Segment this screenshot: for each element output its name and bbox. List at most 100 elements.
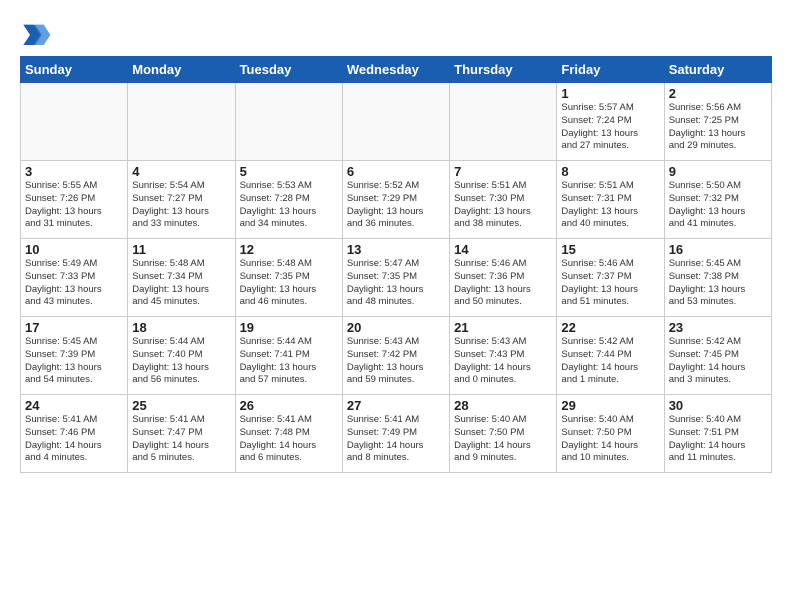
calendar-week-row: 17Sunrise: 5:45 AM Sunset: 7:39 PM Dayli… (21, 317, 772, 395)
calendar-cell: 9Sunrise: 5:50 AM Sunset: 7:32 PM Daylig… (664, 161, 771, 239)
day-info: Sunrise: 5:48 AM Sunset: 7:35 PM Dayligh… (240, 258, 338, 309)
day-info: Sunrise: 5:43 AM Sunset: 7:43 PM Dayligh… (454, 336, 552, 387)
day-number: 28 (454, 398, 552, 413)
day-number: 11 (132, 242, 230, 257)
weekday-header: Tuesday (235, 57, 342, 83)
day-info: Sunrise: 5:56 AM Sunset: 7:25 PM Dayligh… (669, 102, 767, 153)
day-number: 6 (347, 164, 445, 179)
weekday-header: Saturday (664, 57, 771, 83)
calendar-cell: 29Sunrise: 5:40 AM Sunset: 7:50 PM Dayli… (557, 395, 664, 473)
day-info: Sunrise: 5:50 AM Sunset: 7:32 PM Dayligh… (669, 180, 767, 231)
day-number: 22 (561, 320, 659, 335)
calendar-cell: 5Sunrise: 5:53 AM Sunset: 7:28 PM Daylig… (235, 161, 342, 239)
day-number: 15 (561, 242, 659, 257)
logo-icon (20, 18, 52, 50)
calendar-body: 1Sunrise: 5:57 AM Sunset: 7:24 PM Daylig… (21, 83, 772, 473)
weekday-header: Thursday (450, 57, 557, 83)
day-number: 25 (132, 398, 230, 413)
day-number: 26 (240, 398, 338, 413)
day-info: Sunrise: 5:51 AM Sunset: 7:31 PM Dayligh… (561, 180, 659, 231)
day-number: 27 (347, 398, 445, 413)
day-number: 24 (25, 398, 123, 413)
day-info: Sunrise: 5:47 AM Sunset: 7:35 PM Dayligh… (347, 258, 445, 309)
calendar: SundayMondayTuesdayWednesdayThursdayFrid… (20, 56, 772, 473)
day-info: Sunrise: 5:40 AM Sunset: 7:50 PM Dayligh… (561, 414, 659, 465)
calendar-cell (450, 83, 557, 161)
calendar-cell: 30Sunrise: 5:40 AM Sunset: 7:51 PM Dayli… (664, 395, 771, 473)
day-info: Sunrise: 5:45 AM Sunset: 7:38 PM Dayligh… (669, 258, 767, 309)
weekday-header: Wednesday (342, 57, 449, 83)
day-info: Sunrise: 5:55 AM Sunset: 7:26 PM Dayligh… (25, 180, 123, 231)
weekday-header: Sunday (21, 57, 128, 83)
header (20, 18, 772, 50)
calendar-cell: 14Sunrise: 5:46 AM Sunset: 7:36 PM Dayli… (450, 239, 557, 317)
day-number: 8 (561, 164, 659, 179)
calendar-cell: 16Sunrise: 5:45 AM Sunset: 7:38 PM Dayli… (664, 239, 771, 317)
calendar-cell: 20Sunrise: 5:43 AM Sunset: 7:42 PM Dayli… (342, 317, 449, 395)
calendar-header: SundayMondayTuesdayWednesdayThursdayFrid… (21, 57, 772, 83)
day-number: 14 (454, 242, 552, 257)
calendar-week-row: 10Sunrise: 5:49 AM Sunset: 7:33 PM Dayli… (21, 239, 772, 317)
day-info: Sunrise: 5:44 AM Sunset: 7:40 PM Dayligh… (132, 336, 230, 387)
weekday-header: Monday (128, 57, 235, 83)
day-number: 10 (25, 242, 123, 257)
day-info: Sunrise: 5:40 AM Sunset: 7:50 PM Dayligh… (454, 414, 552, 465)
calendar-cell: 15Sunrise: 5:46 AM Sunset: 7:37 PM Dayli… (557, 239, 664, 317)
weekday-row: SundayMondayTuesdayWednesdayThursdayFrid… (21, 57, 772, 83)
calendar-week-row: 1Sunrise: 5:57 AM Sunset: 7:24 PM Daylig… (21, 83, 772, 161)
weekday-header: Friday (557, 57, 664, 83)
calendar-cell: 10Sunrise: 5:49 AM Sunset: 7:33 PM Dayli… (21, 239, 128, 317)
day-number: 2 (669, 86, 767, 101)
day-info: Sunrise: 5:46 AM Sunset: 7:37 PM Dayligh… (561, 258, 659, 309)
day-number: 18 (132, 320, 230, 335)
day-info: Sunrise: 5:41 AM Sunset: 7:46 PM Dayligh… (25, 414, 123, 465)
calendar-cell (235, 83, 342, 161)
day-number: 19 (240, 320, 338, 335)
day-info: Sunrise: 5:51 AM Sunset: 7:30 PM Dayligh… (454, 180, 552, 231)
day-number: 7 (454, 164, 552, 179)
logo (20, 18, 56, 50)
day-info: Sunrise: 5:48 AM Sunset: 7:34 PM Dayligh… (132, 258, 230, 309)
calendar-cell: 26Sunrise: 5:41 AM Sunset: 7:48 PM Dayli… (235, 395, 342, 473)
calendar-cell: 28Sunrise: 5:40 AM Sunset: 7:50 PM Dayli… (450, 395, 557, 473)
day-number: 20 (347, 320, 445, 335)
day-info: Sunrise: 5:42 AM Sunset: 7:45 PM Dayligh… (669, 336, 767, 387)
calendar-cell: 24Sunrise: 5:41 AM Sunset: 7:46 PM Dayli… (21, 395, 128, 473)
day-info: Sunrise: 5:41 AM Sunset: 7:47 PM Dayligh… (132, 414, 230, 465)
calendar-cell: 27Sunrise: 5:41 AM Sunset: 7:49 PM Dayli… (342, 395, 449, 473)
calendar-week-row: 3Sunrise: 5:55 AM Sunset: 7:26 PM Daylig… (21, 161, 772, 239)
day-info: Sunrise: 5:40 AM Sunset: 7:51 PM Dayligh… (669, 414, 767, 465)
calendar-cell: 21Sunrise: 5:43 AM Sunset: 7:43 PM Dayli… (450, 317, 557, 395)
day-number: 30 (669, 398, 767, 413)
calendar-cell: 2Sunrise: 5:56 AM Sunset: 7:25 PM Daylig… (664, 83, 771, 161)
day-info: Sunrise: 5:41 AM Sunset: 7:48 PM Dayligh… (240, 414, 338, 465)
calendar-cell: 22Sunrise: 5:42 AM Sunset: 7:44 PM Dayli… (557, 317, 664, 395)
calendar-cell: 17Sunrise: 5:45 AM Sunset: 7:39 PM Dayli… (21, 317, 128, 395)
day-info: Sunrise: 5:54 AM Sunset: 7:27 PM Dayligh… (132, 180, 230, 231)
day-info: Sunrise: 5:45 AM Sunset: 7:39 PM Dayligh… (25, 336, 123, 387)
page: SundayMondayTuesdayWednesdayThursdayFrid… (0, 0, 792, 483)
calendar-cell: 4Sunrise: 5:54 AM Sunset: 7:27 PM Daylig… (128, 161, 235, 239)
day-info: Sunrise: 5:53 AM Sunset: 7:28 PM Dayligh… (240, 180, 338, 231)
calendar-cell (21, 83, 128, 161)
calendar-cell: 12Sunrise: 5:48 AM Sunset: 7:35 PM Dayli… (235, 239, 342, 317)
day-info: Sunrise: 5:44 AM Sunset: 7:41 PM Dayligh… (240, 336, 338, 387)
day-number: 13 (347, 242, 445, 257)
day-info: Sunrise: 5:52 AM Sunset: 7:29 PM Dayligh… (347, 180, 445, 231)
day-number: 9 (669, 164, 767, 179)
day-number: 5 (240, 164, 338, 179)
calendar-cell (128, 83, 235, 161)
day-number: 23 (669, 320, 767, 335)
calendar-week-row: 24Sunrise: 5:41 AM Sunset: 7:46 PM Dayli… (21, 395, 772, 473)
calendar-cell: 1Sunrise: 5:57 AM Sunset: 7:24 PM Daylig… (557, 83, 664, 161)
calendar-cell: 8Sunrise: 5:51 AM Sunset: 7:31 PM Daylig… (557, 161, 664, 239)
day-number: 12 (240, 242, 338, 257)
calendar-cell: 13Sunrise: 5:47 AM Sunset: 7:35 PM Dayli… (342, 239, 449, 317)
day-number: 4 (132, 164, 230, 179)
day-info: Sunrise: 5:41 AM Sunset: 7:49 PM Dayligh… (347, 414, 445, 465)
day-number: 1 (561, 86, 659, 101)
day-number: 17 (25, 320, 123, 335)
calendar-cell: 11Sunrise: 5:48 AM Sunset: 7:34 PM Dayli… (128, 239, 235, 317)
day-info: Sunrise: 5:42 AM Sunset: 7:44 PM Dayligh… (561, 336, 659, 387)
calendar-cell: 3Sunrise: 5:55 AM Sunset: 7:26 PM Daylig… (21, 161, 128, 239)
